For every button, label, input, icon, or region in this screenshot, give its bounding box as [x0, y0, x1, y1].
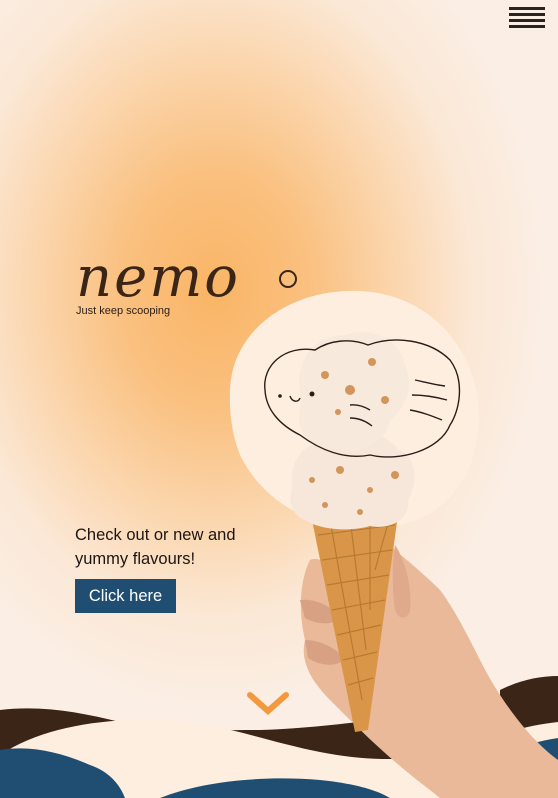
menu-line [509, 13, 545, 16]
hamburger-menu-icon[interactable] [509, 7, 545, 33]
promo-text: Check out or new and yummy flavours! [75, 526, 236, 568]
menu-line [509, 19, 545, 22]
menu-line [509, 7, 545, 10]
flower-icon [279, 270, 297, 288]
chevron-down-icon[interactable] [247, 691, 289, 717]
nemo-logo: nemo [76, 250, 297, 306]
logo-text: nemo [76, 250, 240, 306]
ice-cream-cone-illustration [264, 331, 558, 798]
tagline: Just keep scooping [76, 305, 171, 317]
click-here-button[interactable]: Click here [75, 579, 176, 613]
menu-line [509, 25, 545, 28]
